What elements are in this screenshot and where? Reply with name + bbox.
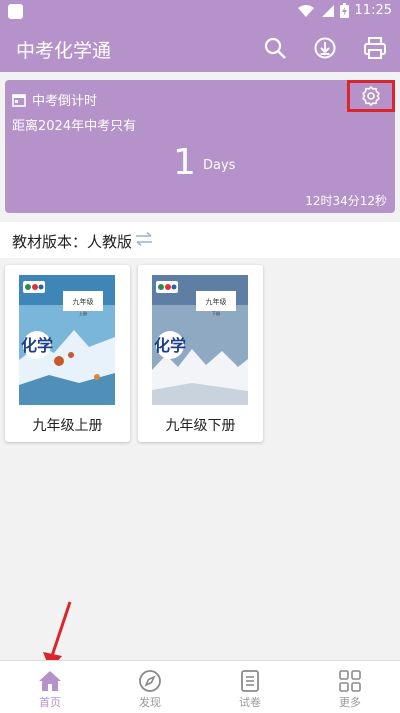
days-value: 1 <box>173 142 196 183</box>
print-icon[interactable] <box>362 35 388 61</box>
home-icon <box>39 671 61 691</box>
cover-grade-text: 九年级 <box>206 297 227 306</box>
days-unit: Days <box>203 158 236 173</box>
tab-label: 首页 <box>39 696 61 709</box>
notification-icon <box>8 4 23 19</box>
status-time: 11:25 <box>354 3 392 18</box>
edition-label: 教材版本：人教版 <box>12 233 133 251</box>
cover-title-text: 化学 <box>154 336 186 355</box>
book-title: 九年级上册 <box>32 418 103 434</box>
battery-icon <box>339 3 349 18</box>
tab-label: 试卷 <box>239 696 261 709</box>
swap-icon[interactable] <box>134 231 154 247</box>
cover-vol-text: 下册 <box>212 311 220 316</box>
signal-icon <box>321 4 334 17</box>
tab-discover[interactable]: 发现 <box>100 661 200 713</box>
bottom-navigation: 首页 发现 试卷 更多 <box>0 660 400 713</box>
search-icon[interactable] <box>262 35 288 61</box>
wifi-icon <box>297 4 314 17</box>
grid-icon <box>339 670 361 692</box>
book-cover-image: 九年级 上册 化学 <box>19 275 115 405</box>
textbook-edition-row[interactable]: 教材版本：人教版 <box>0 222 400 258</box>
remaining-time: 12时34分12秒 <box>305 194 387 208</box>
download-icon[interactable] <box>312 35 338 61</box>
status-bar: 11:25 <box>0 0 400 24</box>
book-grade9-vol2[interactable]: 九年级 下册 化学 九年级下册 <box>138 265 263 442</box>
countdown-settings-button[interactable] <box>347 80 395 112</box>
cover-vol-text: 上册 <box>79 310 87 316</box>
book-grade9-vol1[interactable]: 九年级 上册 化学 九年级上册 <box>5 265 130 442</box>
tab-exam-papers[interactable]: 试卷 <box>200 661 300 713</box>
tab-more[interactable]: 更多 <box>300 661 400 713</box>
tab-home[interactable]: 首页 <box>0 661 100 713</box>
book-title: 九年级下册 <box>165 418 236 434</box>
app-title: 中考化学通 <box>16 40 112 62</box>
calendar-icon <box>12 93 26 107</box>
tab-label: 发现 <box>139 696 161 709</box>
countdown-subtitle: 距离2024年中考只有 <box>12 119 137 134</box>
countdown-title: 中考倒计时 <box>32 94 98 109</box>
countdown-header: 中考倒计时 <box>12 90 97 109</box>
book-cover-image: 九年级 下册 化学 <box>152 275 248 405</box>
cover-title-text: 化学 <box>21 336 53 355</box>
tab-label: 更多 <box>339 696 361 709</box>
countdown-card: 中考倒计时 距离2024年中考只有 1 Days 12时34分12秒 <box>5 80 395 213</box>
cover-grade-text: 九年级 <box>73 297 94 306</box>
compass-icon <box>139 670 161 692</box>
gear-icon <box>362 86 380 106</box>
app-bar: 中考化学通 <box>0 24 400 72</box>
status-icons: 11:25 <box>297 3 392 18</box>
document-icon <box>241 670 259 692</box>
